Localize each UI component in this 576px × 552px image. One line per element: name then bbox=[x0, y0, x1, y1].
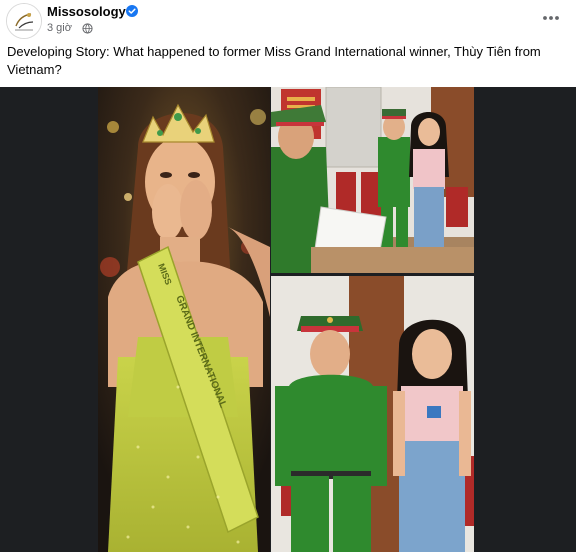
globe-icon bbox=[82, 23, 93, 34]
post-image[interactable]: GRAND INTERNATIONAL MISS bbox=[0, 87, 576, 552]
post-caption: Developing Story: What happened to forme… bbox=[7, 44, 541, 77]
verified-badge-icon bbox=[126, 5, 138, 17]
post-header: Missosology 3 giờ bbox=[0, 0, 576, 40]
pageant-winner-photo: GRAND INTERNATIONAL MISS bbox=[98, 87, 270, 552]
more-options-icon[interactable] bbox=[541, 8, 561, 28]
officer-and-woman-photo bbox=[271, 276, 474, 552]
page-name-link[interactable]: Missosology bbox=[47, 4, 126, 19]
post-timestamp[interactable]: 3 giờ bbox=[47, 22, 72, 34]
page-avatar[interactable] bbox=[6, 3, 42, 39]
missosology-logo bbox=[7, 4, 41, 38]
document-reading-photo bbox=[271, 87, 474, 273]
